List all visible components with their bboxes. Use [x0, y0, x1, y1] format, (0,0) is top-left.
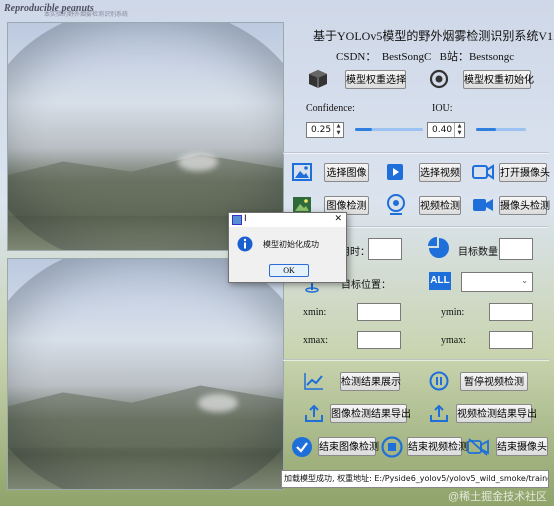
ok-button[interactable]: OK: [269, 264, 309, 277]
dialog-title-bar: I ✕: [229, 213, 346, 227]
pause-video-button[interactable]: 暂停视频检测: [460, 372, 528, 391]
credits: CSDN： BestSongC B站：Bestsongc: [336, 51, 515, 63]
chevron-down-icon[interactable]: ⌄: [521, 276, 528, 285]
select-video-button[interactable]: 选择视频: [419, 163, 461, 182]
settings-target-icon: [428, 68, 450, 90]
image-icon: [291, 162, 313, 182]
app-title: 基于YOLOv5模型的野外烟雾检测识别系统V1.0: [313, 29, 554, 43]
upload-icon: [428, 402, 450, 424]
watermark: @稀土掘金技术社区: [448, 491, 548, 503]
video-detect-button[interactable]: 视频检测: [419, 196, 461, 215]
camera-icon: [471, 162, 495, 182]
ymin-label: ymin:: [441, 307, 465, 318]
all-badge: ALL: [429, 272, 451, 290]
iou-slider-fill: [476, 128, 496, 131]
pause-icon: [428, 370, 450, 392]
iou-label: IOU:: [432, 103, 453, 114]
spin-arrows-icon[interactable]: ▲ ▼: [454, 123, 464, 137]
window-subtitle: 本实验的野外烟雾检测识别系统: [44, 11, 129, 18]
ymax-field: [489, 331, 533, 349]
camera-detect-button[interactable]: 摄像头检测: [499, 196, 550, 215]
model-init-button[interactable]: 模型权重初始化: [463, 70, 534, 89]
detection-image-panel: [7, 258, 284, 490]
divider: [283, 359, 549, 361]
line-chart-icon: [303, 371, 325, 391]
fisheye-vignette: [8, 259, 283, 489]
info-dialog: I ✕ 模型初始化成功 OK: [228, 212, 347, 283]
webcam-icon: [385, 193, 407, 217]
video-camera-icon: [472, 196, 494, 214]
confidence-label: Confidence:: [306, 103, 355, 114]
dialog-title: I: [244, 214, 247, 224]
export-video-button[interactable]: 视频检测结果导出: [456, 404, 537, 423]
target-select[interactable]: ⌄: [461, 272, 533, 292]
pie-chart-icon: [427, 236, 451, 260]
ymax-label: ymax:: [441, 335, 466, 346]
end-video-button[interactable]: 结束视频检测: [407, 437, 468, 456]
close-icon[interactable]: ✕: [334, 214, 342, 224]
upload-icon: [303, 402, 325, 424]
end-camera-button[interactable]: 结束摄像头: [496, 437, 548, 456]
confidence-spinbox[interactable]: 0.25 ▲ ▼: [306, 122, 344, 138]
end-image-button[interactable]: 结束图像检测: [318, 437, 379, 456]
select-image-button[interactable]: 选择图像: [324, 163, 369, 182]
dialog-message: 模型初始化成功: [263, 240, 319, 249]
stop-icon: [380, 435, 404, 459]
check-circle-icon: [290, 435, 314, 459]
iou-slider[interactable]: [476, 128, 526, 131]
iou-value: 0.40: [432, 125, 453, 135]
open-camera-button[interactable]: 打开摄像头: [499, 163, 550, 182]
status-bar: 加载模型成功, 权重地址: E:/Pyside6_yolov5/yolov5_w…: [281, 470, 549, 488]
xmax-field: [357, 331, 401, 349]
xmin-label: xmin:: [303, 307, 327, 318]
iou-spinbox[interactable]: 0.40 ▲ ▼: [427, 122, 465, 138]
xmin-field: [357, 303, 401, 321]
camera-off-icon: [466, 436, 490, 458]
model-select-button[interactable]: 模型权重选择: [345, 70, 406, 89]
confidence-slider-fill: [355, 128, 372, 131]
info-icon: [236, 235, 254, 253]
window-title-bar: Reproducible peanuts 本实验的野外烟雾检测识别系统: [0, 0, 554, 20]
ymin-field: [489, 303, 533, 321]
export-image-button[interactable]: 图像检测结果导出: [330, 404, 411, 423]
count-field: [499, 238, 533, 260]
time-field: [368, 238, 402, 260]
app-icon: [232, 215, 242, 225]
xmax-label: xmax:: [303, 335, 328, 346]
show-results-button[interactable]: 检测结果展示: [340, 372, 401, 391]
cube-icon: [307, 68, 329, 90]
spin-arrows-icon[interactable]: ▲ ▼: [333, 123, 343, 137]
divider: [283, 152, 549, 154]
confidence-slider[interactable]: [355, 128, 423, 131]
confidence-value: 0.25: [311, 125, 332, 135]
video-file-icon: [384, 161, 406, 183]
position-label: 目标位置：: [341, 280, 391, 291]
